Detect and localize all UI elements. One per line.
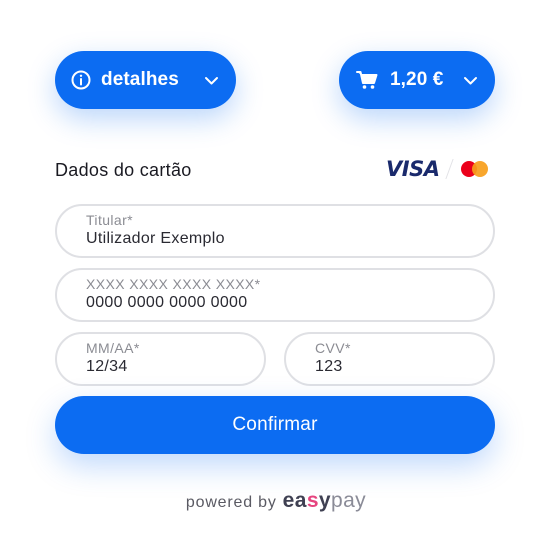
easypay-logo[interactable]: ea s y pay bbox=[283, 489, 366, 513]
card-number-field[interactable]: XXXX XXXX XXXX XXXX* 0000 0000 0000 0000 bbox=[55, 268, 495, 322]
cvv-label: CVV* bbox=[315, 340, 351, 356]
cart-icon bbox=[356, 70, 378, 90]
details-label: detalhes bbox=[101, 69, 179, 90]
card-holder-value[interactable]: Utilizador Exemplo bbox=[86, 230, 225, 248]
cart-total-label: 1,20 € bbox=[390, 69, 444, 90]
chevron-down-icon bbox=[463, 73, 478, 88]
cvv-value[interactable]: 123 bbox=[315, 358, 343, 376]
cart-total-button[interactable]: 1,20 € bbox=[339, 51, 495, 109]
expiry-date-field[interactable]: MM/AA* 12/34 bbox=[55, 332, 266, 386]
details-button[interactable]: detalhes bbox=[55, 51, 236, 109]
visa-logo: VISA bbox=[386, 157, 440, 181]
expiry-date-label: MM/AA* bbox=[86, 340, 140, 356]
confirm-button[interactable]: Confirmar bbox=[55, 396, 495, 454]
powered-by-footer: powered by ea s y pay bbox=[0, 489, 552, 513]
card-section-title: Dados do cartão bbox=[55, 160, 192, 180]
card-brands: VISA bbox=[386, 156, 491, 182]
mastercard-logo bbox=[461, 159, 491, 179]
card-holder-field[interactable]: Titular* Utilizador Exemplo bbox=[55, 204, 495, 258]
powered-by-text: powered by bbox=[185, 494, 277, 511]
brand-divider bbox=[445, 159, 455, 179]
info-circle-icon bbox=[71, 70, 91, 90]
card-number-label: XXXX XXXX XXXX XXXX* bbox=[86, 276, 261, 292]
card-number-value[interactable]: 0000 0000 0000 0000 bbox=[86, 294, 247, 312]
chevron-down-icon bbox=[204, 73, 219, 88]
expiry-date-value[interactable]: 12/34 bbox=[86, 358, 128, 376]
cvv-field[interactable]: CVV* 123 bbox=[284, 332, 495, 386]
card-holder-label: Titular* bbox=[86, 212, 134, 228]
